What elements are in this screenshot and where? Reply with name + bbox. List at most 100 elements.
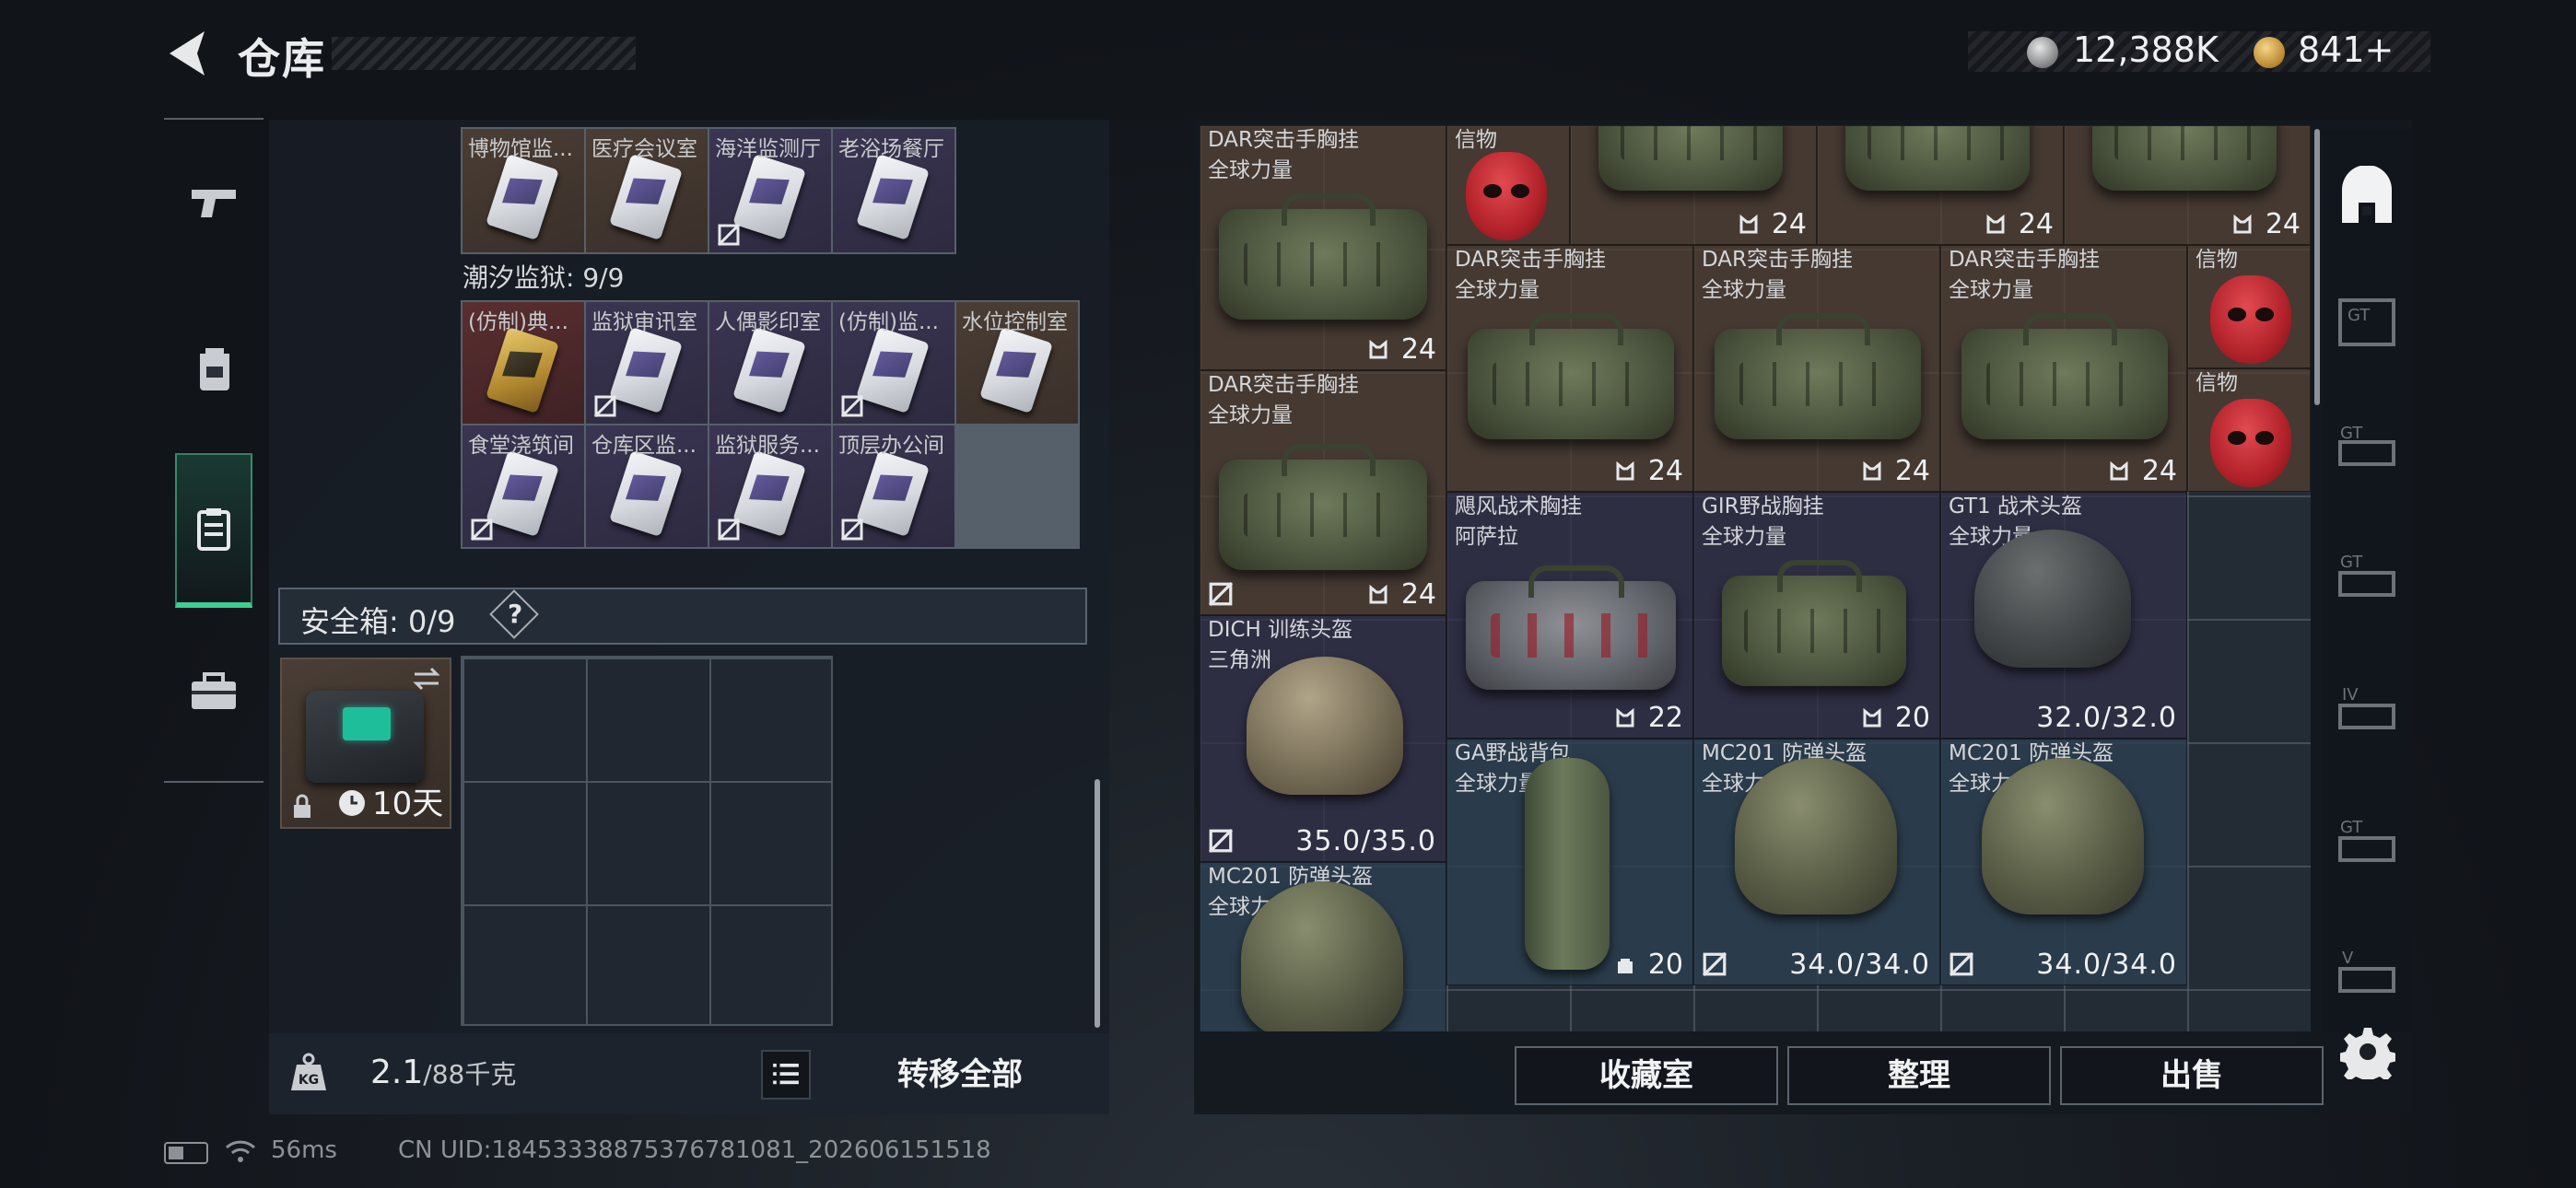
- stash-grid: DAR突击手胸挂 全球力量 24 信物 24 24 24 DAR突击手胸挂 全球…: [1200, 125, 2311, 1031]
- rail-weapons[interactable]: [188, 181, 240, 227]
- keycard-item[interactable]: 监狱审讯室: [586, 302, 708, 424]
- keycard-item[interactable]: 海洋监测厅: [709, 129, 831, 252]
- item-name: 信物: [2195, 371, 2238, 395]
- keycard-item[interactable]: 食堂浇筑间: [463, 425, 584, 547]
- keycard-item[interactable]: 监狱服务...: [709, 425, 831, 547]
- keycard-item[interactable]: 医疗会议室: [586, 129, 708, 252]
- battery-icon: [164, 1142, 208, 1164]
- toolbox-icon: [192, 672, 236, 709]
- red-mask-image: [2210, 275, 2291, 364]
- list-view-button[interactable]: [761, 1050, 811, 1100]
- keycard-label: 博物馆监...: [468, 137, 573, 161]
- stash-item[interactable]: DAR突击手胸挂 全球力量 24: [1940, 245, 2187, 492]
- rail-tab-gt1-2[interactable]: GT: [2335, 424, 2399, 479]
- stash-item[interactable]: 信物: [2187, 368, 2311, 492]
- safebox-header: 安全箱: 0/9 ?: [278, 588, 1087, 645]
- transfer-all-button[interactable]: 转移全部: [822, 1046, 1098, 1103]
- rig-icon: [1863, 461, 1881, 481]
- keycard-item[interactable]: 博物馆监...: [463, 129, 584, 252]
- stash-category-rail: GT GT GT IV GT V: [2322, 129, 2412, 1031]
- rig-icon: [2233, 215, 2252, 234]
- helmet-image: [1974, 530, 2131, 668]
- stash-item[interactable]: MC201 防弹头盔 全球力量: [1200, 862, 1446, 1031]
- stash-item[interactable]: MC201 防弹头盔 全球力量 34.0/34.0: [1940, 739, 2187, 985]
- keycard-item[interactable]: 顶层办公间: [833, 425, 954, 547]
- stash-item[interactable]: 飓风战术胸挂 阿萨拉 22: [1446, 492, 1693, 739]
- stash-item[interactable]: 24: [1817, 125, 2064, 245]
- stash-item[interactable]: 信物: [2187, 245, 2311, 368]
- stash-item[interactable]: GIR野战胸挂 全球力量 20: [1693, 492, 1940, 739]
- rail-tab-home[interactable]: [2335, 165, 2399, 230]
- svg-text:V: V: [2342, 949, 2354, 968]
- sell-button[interactable]: 出售: [2060, 1046, 2324, 1105]
- rail-tab-gt1-3[interactable]: GT: [2335, 553, 2399, 608]
- no-insurance-icon: [840, 394, 864, 418]
- help-question-mark[interactable]: ?: [508, 599, 522, 629]
- svg-text:IV: IV: [2342, 685, 2359, 705]
- item-name: DAR突击手胸挂: [1455, 248, 1607, 272]
- keycard-image: [732, 326, 806, 414]
- settings-gear-icon[interactable]: [2340, 1024, 2395, 1079]
- organize-button[interactable]: 整理: [1787, 1046, 2051, 1105]
- item-count: 22: [1647, 702, 1683, 734]
- svg-text:GT: GT: [2340, 424, 2363, 443]
- item-source: 全球力量: [1949, 278, 2033, 302]
- keycard-label: 水位控制室: [962, 310, 1068, 334]
- keycard-image: [856, 153, 930, 241]
- stash-scrollbar[interactable]: [2314, 129, 2320, 405]
- rail-keycards[interactable]: [175, 453, 252, 608]
- rail-tab-iv[interactable]: IV: [2335, 685, 2399, 740]
- keycard-item[interactable]: 仓库区监...: [586, 425, 708, 547]
- stash-item[interactable]: MC201 防弹头盔 全球力量 34.0/34.0: [1693, 739, 1940, 985]
- rail-tab-gt1-4[interactable]: GT: [2335, 818, 2399, 873]
- chest-rig-image: [1722, 560, 1906, 686]
- safebox-grid[interactable]: [461, 656, 833, 1026]
- weight-icon: KG: [291, 1053, 326, 1090]
- rail-tab-v[interactable]: V: [2335, 949, 2399, 1004]
- rail-items[interactable]: [190, 670, 238, 711]
- stash-item[interactable]: DAR突击手胸挂 全球力量 24: [1693, 245, 1940, 492]
- item-count: 20: [1647, 949, 1683, 981]
- red-mask-image: [2210, 399, 2291, 487]
- collection-room-button[interactable]: 收藏室: [1515, 1046, 1778, 1105]
- rail-tab-gt1-1[interactable]: GT: [2335, 295, 2399, 350]
- network-ping: 56ms: [271, 1136, 337, 1164]
- keycard-image: [732, 153, 806, 241]
- keycard-label: 人偶影印室: [715, 310, 821, 334]
- keycard-grid-prison: (仿制)典... 监狱审讯室 人偶影印室 (仿制)监... 水位控制室 食堂浇筑…: [461, 300, 1080, 549]
- keycard-item[interactable]: 水位控制室: [956, 302, 1078, 424]
- item-durability: 32.0/32.0: [2036, 702, 2177, 734]
- safebox-case[interactable]: 10天: [280, 658, 451, 829]
- keycard-label: 医疗会议室: [591, 137, 697, 161]
- stash-item[interactable]: DICH 训练头盔 三角洲 35.0/35.0: [1200, 615, 1446, 862]
- stash-item[interactable]: DAR突击手胸挂 全球力量 24: [1446, 245, 1693, 492]
- inventory-scrollbar[interactable]: [1095, 779, 1100, 1028]
- stash-item[interactable]: DAR突击手胸挂 全球力量 24: [1200, 370, 1446, 615]
- rail-equipment[interactable]: [192, 341, 238, 392]
- stash-item[interactable]: 24: [1570, 125, 1817, 245]
- silver-currency-amount[interactable]: 12,388K: [2073, 29, 2219, 70]
- item-count: 24: [1647, 455, 1683, 487]
- clock-icon: [339, 790, 365, 816]
- svg-text:KG: KG: [299, 1073, 319, 1088]
- gold-currency-amount[interactable]: 841+: [2298, 29, 2394, 70]
- keycard-item[interactable]: (仿制)监...: [833, 302, 954, 424]
- keycard-item[interactable]: 老浴场餐厅: [833, 129, 954, 252]
- stash-item[interactable]: DAR突击手胸挂 全球力量 24: [1200, 125, 1446, 370]
- gold-coin-icon: [2254, 37, 2285, 68]
- stash-item[interactable]: GT1 战术头盔 全球力量 32.0/32.0: [1940, 492, 2187, 739]
- stash-item[interactable]: 信物: [1446, 125, 1570, 245]
- carry-weight-capacity: /88千克: [423, 1059, 517, 1089]
- keycard-item[interactable]: 人偶影印室: [709, 302, 831, 424]
- keycard-label: 监狱审讯室: [591, 310, 697, 334]
- user-uid: CN UID:1845333887537678108​1_20260615151…: [398, 1136, 991, 1164]
- item-count: 24: [1894, 455, 1930, 487]
- back-arrow-icon[interactable]: [164, 28, 210, 79]
- gt1-icon: GT: [2338, 553, 2395, 597]
- item-name: DICH 训练头盔: [1208, 618, 1353, 642]
- keycard-item[interactable]: (仿制)典...: [463, 302, 584, 424]
- stash-item[interactable]: GA野战背包 全球力量 20: [1446, 739, 1693, 985]
- swap-icon[interactable]: [411, 665, 442, 693]
- stash-item[interactable]: 24: [2064, 125, 2311, 245]
- no-insurance-icon: [470, 518, 494, 542]
